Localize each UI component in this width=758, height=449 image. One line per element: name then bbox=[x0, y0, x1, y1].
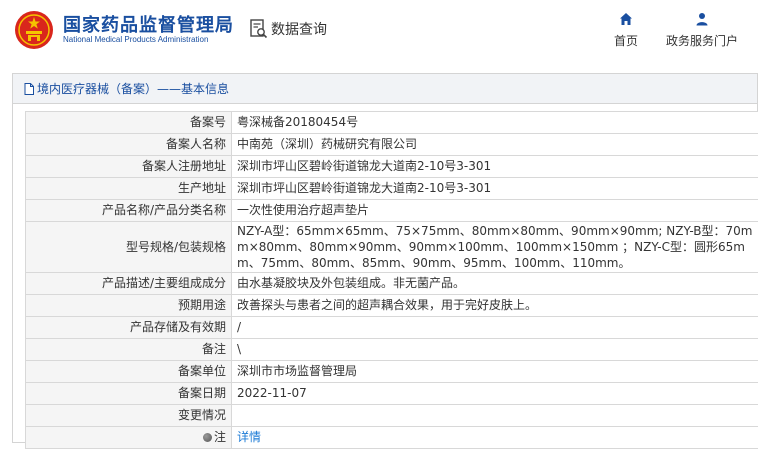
field-value: 中南苑（深圳）药械研究有限公司 bbox=[231, 133, 758, 156]
field-label: 备案人注册地址 bbox=[25, 155, 232, 178]
nav-service-portal[interactable]: 政务服务门户 bbox=[662, 12, 742, 49]
data-query-link[interactable]: 数据查询 bbox=[250, 18, 327, 40]
field-label: 备案人名称 bbox=[25, 133, 232, 156]
field-value: 深圳市坪山区碧岭街道锦龙大道南2-10号3-301 bbox=[231, 177, 758, 200]
field-value: 2022-11-07 bbox=[231, 382, 758, 405]
record-table: 备案号 粤深械备20180454号 备案人名称 中南苑（深圳）药械研究有限公司 … bbox=[25, 111, 758, 449]
field-value: NZY-A型：65mm×65mm、75×75mm、80mm×80mm、90mm×… bbox=[231, 221, 758, 273]
table-row: 变更情况 bbox=[25, 404, 758, 427]
field-label: 产品名称/产品分类名称 bbox=[25, 199, 232, 222]
org-name-cn: 国家药品监督管理局 bbox=[63, 15, 234, 36]
document-search-icon bbox=[250, 19, 268, 39]
field-label: 预期用途 bbox=[25, 294, 232, 317]
note-icon bbox=[202, 433, 212, 442]
table-row: 型号规格/包装规格 NZY-A型：65mm×65mm、75×75mm、80mm×… bbox=[25, 221, 758, 273]
data-query-label: 数据查询 bbox=[271, 22, 327, 38]
breadcrumb: 境内医疗器械（备案）——基本信息 bbox=[13, 74, 757, 104]
field-label: 备注 bbox=[25, 338, 232, 361]
table-row: 产品名称/产品分类名称 一次性使用治疗超声垫片 bbox=[25, 199, 758, 222]
nav-home[interactable]: 首页 bbox=[608, 12, 644, 49]
field-label: 生产地址 bbox=[25, 177, 232, 200]
note-value-cell: 详情 bbox=[231, 426, 758, 449]
home-icon bbox=[620, 13, 632, 25]
field-value: \ bbox=[231, 338, 758, 361]
table-row: 备案单位 深圳市市场监督管理局 bbox=[25, 360, 758, 383]
user-icon bbox=[696, 13, 708, 26]
site-header: 国家药品监督管理局 National Medical Products Admi… bbox=[0, 0, 758, 60]
field-label: 备案号 bbox=[25, 111, 232, 134]
document-icon bbox=[24, 82, 34, 95]
field-label: 注 bbox=[213, 430, 226, 444]
details-link[interactable]: 详情 bbox=[237, 430, 261, 444]
table-row: 备案人注册地址 深圳市坪山区碧岭街道锦龙大道南2-10号3-301 bbox=[25, 155, 758, 178]
table-row: 注 详情 bbox=[25, 426, 758, 449]
field-label: 备案单位 bbox=[25, 360, 232, 383]
field-value: 一次性使用治疗超声垫片 bbox=[231, 199, 758, 222]
table-row: 备案号 粤深械备20180454号 bbox=[25, 111, 758, 134]
org-name-en: National Medical Products Administration bbox=[63, 35, 209, 44]
table-row: 备案日期 2022-11-07 bbox=[25, 382, 758, 405]
field-label: 变更情况 bbox=[25, 404, 232, 427]
field-value: / bbox=[231, 316, 758, 339]
table-row: 产品描述/主要组成成分 由水基凝胶块及外包装组成。非无菌产品。 bbox=[25, 272, 758, 295]
field-value: 粤深械备20180454号 bbox=[231, 111, 758, 134]
table-row: 备案人名称 中南苑（深圳）药械研究有限公司 bbox=[25, 133, 758, 156]
table-row: 生产地址 深圳市坪山区碧岭街道锦龙大道南2-10号3-301 bbox=[25, 177, 758, 200]
field-value: 由水基凝胶块及外包装组成。非无菌产品。 bbox=[231, 272, 758, 295]
national-emblem-icon bbox=[15, 11, 53, 49]
note-label-cell: 注 bbox=[25, 426, 232, 449]
nav-service-portal-label: 政务服务门户 bbox=[665, 34, 738, 48]
table-row: 产品存储及有效期 / bbox=[25, 316, 758, 339]
field-value bbox=[231, 404, 758, 427]
field-label: 型号规格/包装规格 bbox=[25, 221, 232, 273]
breadcrumb-text: 境内医疗器械（备案）——基本信息 bbox=[37, 82, 230, 96]
table-row: 备注 \ bbox=[25, 338, 758, 361]
field-value: 深圳市市场监督管理局 bbox=[231, 360, 758, 383]
table-row: 预期用途 改善探头与患者之间的超声耦合效果，用于完好皮肤上。 bbox=[25, 294, 758, 317]
detail-panel: 境内医疗器械（备案）——基本信息 备案号 粤深械备20180454号 备案人名称… bbox=[12, 73, 758, 449]
field-value: 改善探头与患者之间的超声耦合效果，用于完好皮肤上。 bbox=[231, 294, 758, 317]
field-value: 深圳市坪山区碧岭街道锦龙大道南2-10号3-301 bbox=[231, 155, 758, 178]
field-label: 产品存储及有效期 bbox=[25, 316, 232, 339]
nav-home-label: 首页 bbox=[613, 34, 638, 48]
field-label: 产品描述/主要组成成分 bbox=[25, 272, 232, 295]
field-label: 备案日期 bbox=[25, 382, 232, 405]
